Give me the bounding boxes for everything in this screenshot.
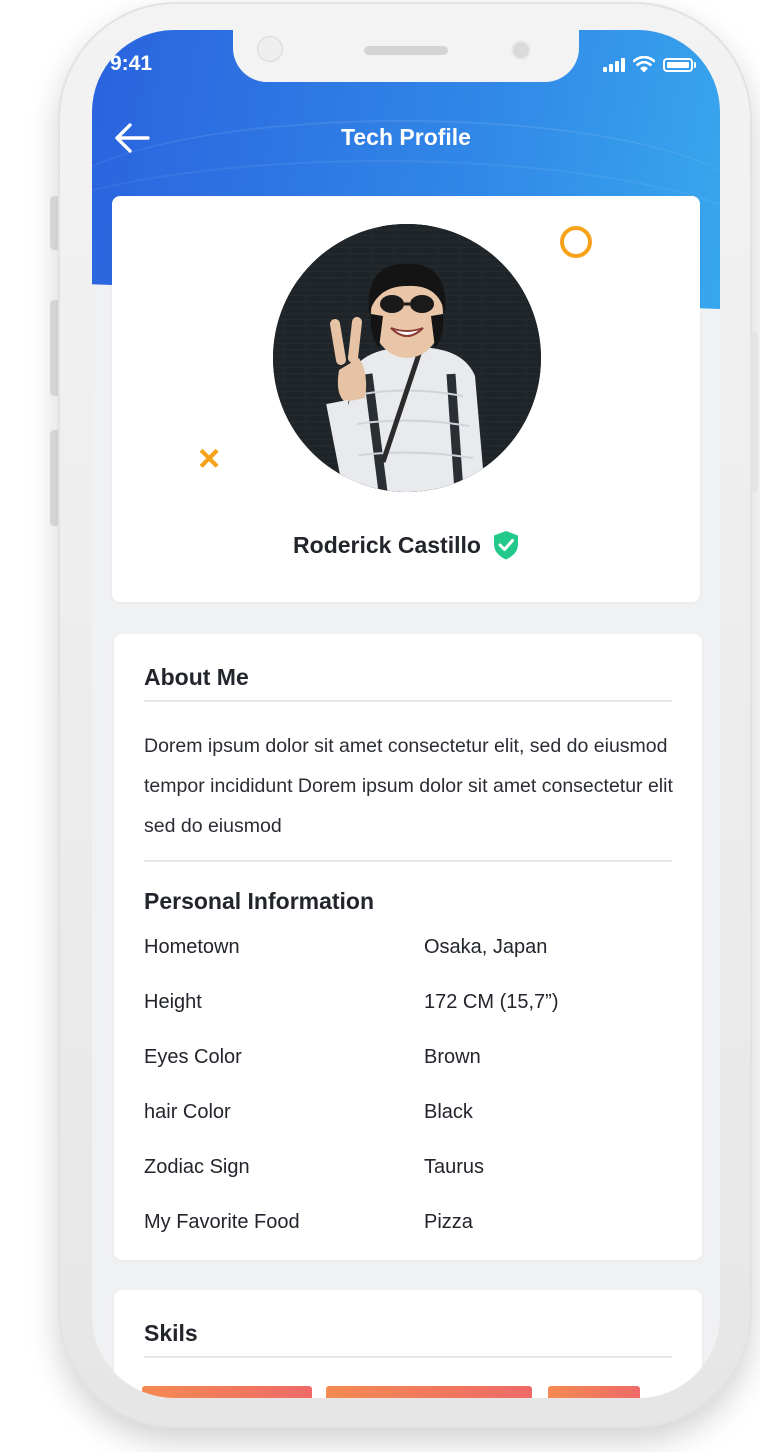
info-value: Osaka, Japan (424, 936, 548, 958)
verified-shield-icon (493, 531, 518, 560)
battery-icon (663, 58, 696, 72)
about-card: About Me Dorem ipsum dolor sit amet cons… (114, 634, 702, 1260)
info-value: Brown (424, 1046, 481, 1068)
power-button (750, 332, 758, 492)
status-icons (603, 56, 696, 72)
info-label: My Favorite Food (144, 1211, 300, 1233)
divider (144, 700, 672, 702)
skill-tag[interactable] (548, 1386, 640, 1398)
sensor (511, 40, 531, 60)
decor-cross-icon: × (198, 438, 221, 480)
profile-card: × Roderick Castillo (112, 196, 700, 602)
info-value: 172 CM (15,7”) (424, 991, 559, 1013)
profile-name-row: Roderick Castillo (112, 530, 700, 560)
personal-info-title: Personal Information (144, 888, 375, 914)
skill-tag[interactable] (142, 1386, 312, 1398)
info-label: Zodiac Sign (144, 1156, 250, 1178)
info-value: Taurus (424, 1156, 485, 1178)
speaker (364, 46, 448, 55)
signal-icon (603, 58, 625, 72)
front-camera (257, 36, 283, 62)
info-value: Black (424, 1101, 473, 1123)
wifi-icon (633, 56, 655, 72)
info-label: hair Color (144, 1101, 231, 1123)
profile-name: Roderick Castillo (293, 531, 481, 558)
skill-tag[interactable] (326, 1386, 532, 1398)
avatar[interactable] (273, 224, 541, 492)
avatar-photo (273, 224, 541, 492)
info-label: Eyes Color (144, 1046, 242, 1068)
about-text: Dorem ipsum dolor sit amet consectetur e… (144, 735, 673, 837)
info-label: Height (144, 991, 202, 1013)
phone-screen: 9:41 Tech Profile × Roderick Castillo Ab… (92, 30, 720, 1398)
skills-card: Skils (114, 1290, 702, 1398)
decor-circle-icon (560, 226, 592, 258)
about-title: About Me (144, 664, 249, 690)
device-notch (233, 30, 579, 82)
info-label: Hometown (144, 936, 240, 958)
page-title: Tech Profile (341, 124, 471, 150)
divider (144, 1356, 672, 1358)
info-value: Pizza (424, 1211, 473, 1233)
status-time: 9:41 (110, 52, 153, 75)
skills-title: Skils (144, 1320, 198, 1346)
divider (144, 860, 672, 862)
